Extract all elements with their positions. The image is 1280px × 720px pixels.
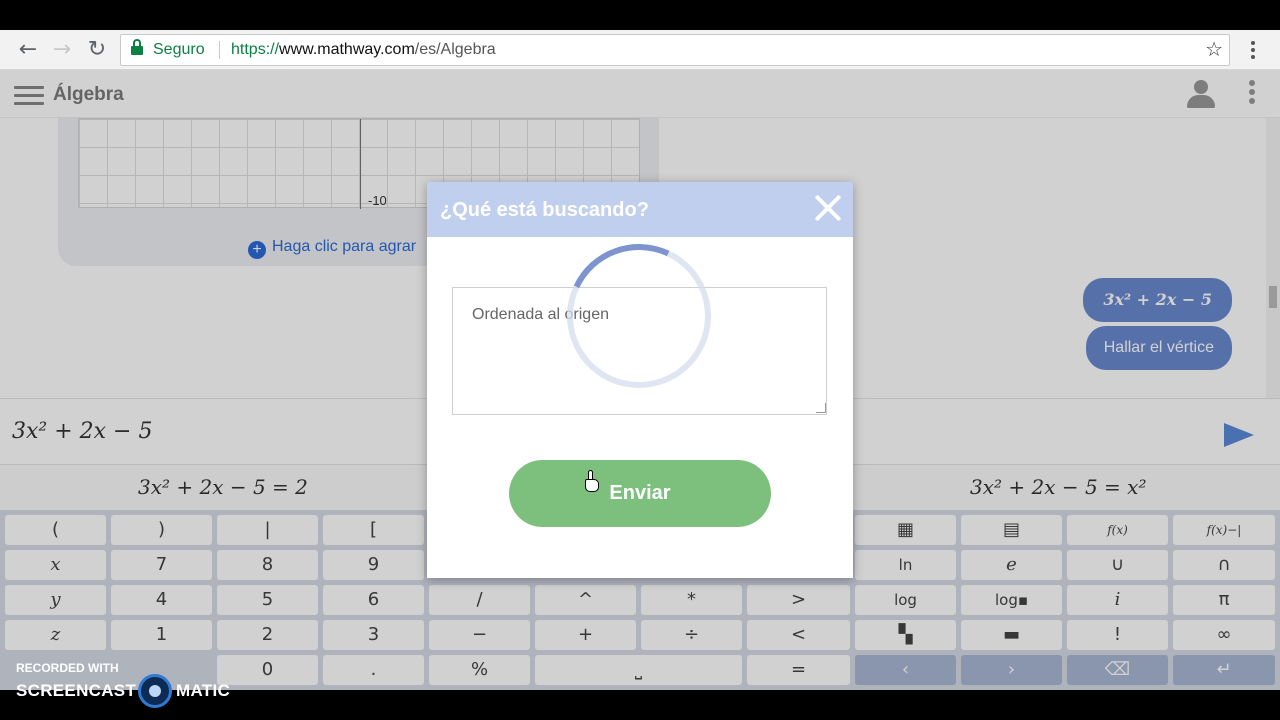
watermark-right-text: MATIC [176, 681, 231, 700]
url-scheme: https:// [231, 41, 280, 58]
star-icon[interactable]: ☆ [1205, 37, 1223, 61]
watermark-left-text: SCREENCAST [16, 681, 137, 700]
screen: ← → ↻ Seguro https://www.mathway.com/es/… [0, 0, 1280, 720]
address-bar[interactable]: Seguro https://www.mathway.com/es/Algebr… [120, 34, 1230, 66]
close-icon[interactable] [813, 193, 843, 223]
modal-title: ¿Qué está buscando? [440, 199, 649, 221]
url-path: /es/Algebra [414, 41, 496, 58]
resize-grip-icon[interactable] [816, 403, 826, 413]
submit-button[interactable]: Enviar [509, 460, 771, 527]
back-arrow-icon[interactable]: ← [14, 36, 42, 64]
address-separator [219, 41, 220, 59]
modal-header: ¿Qué está buscando? [427, 182, 853, 237]
reload-icon[interactable]: ↻ [83, 36, 111, 64]
search-modal: ¿Qué está buscando? Ordenada al origen E… [427, 182, 853, 578]
hand-cursor-icon [585, 470, 599, 492]
screencast-logo-icon [138, 674, 172, 708]
url-host: www.mathway.com [279, 41, 415, 58]
menu-kebab-icon[interactable] [1243, 38, 1263, 62]
url-text[interactable]: https://www.mathway.com/es/Algebra [231, 41, 496, 59]
window-top-bar [0, 0, 1280, 30]
lock-icon [131, 39, 143, 56]
watermark-recorded-label: RECORDED WITH [16, 661, 119, 675]
browser-toolbar: ← → ↻ Seguro https://www.mathway.com/es/… [0, 30, 1280, 70]
security-label: Seguro [153, 41, 205, 58]
forward-arrow-icon[interactable]: → [48, 36, 76, 64]
